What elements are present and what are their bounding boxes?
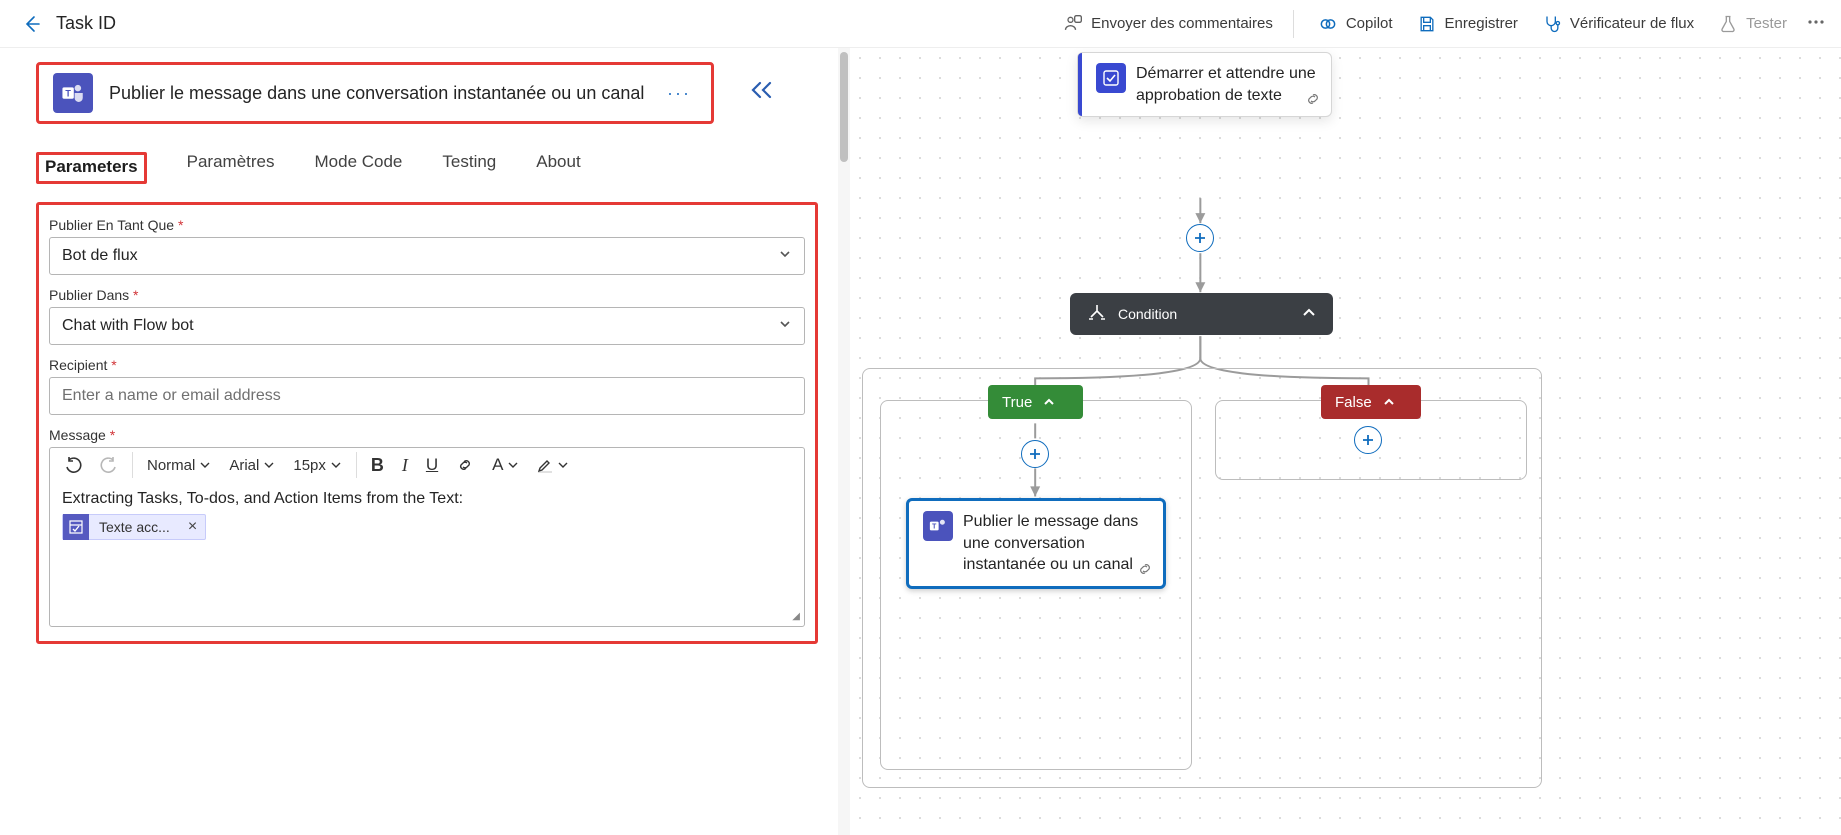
stethoscope-icon <box>1542 14 1562 34</box>
node-approval[interactable]: Démarrer et attendre une approbation de … <box>1077 52 1332 117</box>
publish-as-label: Publier En Tant Que * <box>49 217 805 233</box>
message-text-line: Extracting Tasks, To-dos, and Action Ite… <box>62 490 792 508</box>
branch-true-header[interactable]: True <box>988 385 1083 419</box>
resize-handle[interactable]: ◢ <box>792 611 800 622</box>
svg-text:T: T <box>65 88 71 98</box>
italic-button[interactable]: I <box>398 453 412 478</box>
save-icon <box>1417 14 1437 34</box>
main-split: T Publier le message dans une conversati… <box>0 48 1841 835</box>
flask-icon <box>1718 14 1738 34</box>
condition-label: Condition <box>1118 306 1177 322</box>
link-icon <box>1305 91 1321 110</box>
redo-button[interactable] <box>96 454 122 476</box>
add-step-false[interactable] <box>1354 426 1382 454</box>
more-button[interactable] <box>1807 13 1825 34</box>
token-remove[interactable]: × <box>180 518 205 536</box>
node-teams-post-title: Publier le message dans une conversation… <box>963 511 1149 576</box>
topbar: Task ID Envoyer des commentaires Copilot… <box>0 0 1841 48</box>
underline-button[interactable]: U <box>422 453 442 477</box>
teams-icon: T <box>53 73 93 113</box>
collapse-panel-button[interactable] <box>749 79 777 104</box>
publish-as-select[interactable]: Bot de flux <box>49 237 805 275</box>
tab-testing[interactable]: Testing <box>442 152 496 184</box>
undo-button[interactable] <box>60 454 86 476</box>
recipient-label: Recipient * <box>49 357 805 373</box>
save-button[interactable]: Enregistrer <box>1417 14 1518 34</box>
chevron-down-icon <box>778 247 792 266</box>
tabs: Parameters Paramètres Mode Code Testing … <box>36 152 818 184</box>
token-label: Texte acc... <box>89 519 180 535</box>
publish-in-label: Publier Dans * <box>49 287 805 303</box>
link-icon <box>1137 561 1153 580</box>
action-more-button[interactable]: ··· <box>661 79 697 108</box>
tab-parameters[interactable]: Parameters <box>36 152 147 184</box>
action-title: Publier le message dans une conversation… <box>109 83 644 104</box>
richtext-toolbar: Normal Arial 15px B I U A <box>50 448 804 482</box>
test-button[interactable]: Tester <box>1718 14 1787 34</box>
recipient-input[interactable]: Enter a name or email address <box>49 377 805 415</box>
page-title: Task ID <box>56 13 116 34</box>
feedback-icon <box>1063 14 1083 34</box>
dynamic-token[interactable]: Texte acc... × <box>62 514 206 540</box>
scrollbar[interactable] <box>838 48 850 835</box>
teams-icon: T <box>923 511 953 541</box>
tab-about[interactable]: About <box>536 152 580 184</box>
copilot-button[interactable]: Copilot <box>1318 14 1393 34</box>
feedback-button[interactable]: Envoyer des commentaires <box>1063 14 1273 34</box>
action-header-card[interactable]: T Publier le message dans une conversati… <box>36 62 714 124</box>
app-root: Task ID Envoyer des commentaires Copilot… <box>0 0 1841 835</box>
publish-in-select[interactable]: Chat with Flow bot <box>49 307 805 345</box>
chevron-down-icon <box>778 317 792 336</box>
config-panel: T Publier le message dans une conversati… <box>0 48 838 835</box>
message-body[interactable]: Extracting Tasks, To-dos, and Action Ite… <box>50 482 804 626</box>
branch-icon <box>1086 303 1108 325</box>
copilot-icon <box>1318 14 1338 34</box>
message-editor: Normal Arial 15px B I U A <box>49 447 805 627</box>
size-select[interactable]: 15px <box>289 455 346 476</box>
node-approval-title: Démarrer et attendre une approbation de … <box>1136 63 1317 106</box>
token-icon <box>63 514 89 540</box>
add-step-true[interactable] <box>1021 440 1049 468</box>
scrollbar-thumb[interactable] <box>840 52 848 162</box>
node-condition[interactable]: Condition <box>1070 293 1333 335</box>
bold-button[interactable]: B <box>367 453 388 478</box>
font-select[interactable]: Arial <box>225 455 279 476</box>
add-step-button-1[interactable] <box>1186 224 1214 252</box>
flowchecker-button[interactable]: Vérificateur de flux <box>1542 14 1694 34</box>
node-teams-post[interactable]: T Publier le message dans une conversati… <box>906 498 1166 589</box>
parameters-form: Publier En Tant Que * Bot de flux Publie… <box>36 202 818 644</box>
branch-false-header[interactable]: False <box>1321 385 1421 419</box>
format-select[interactable]: Normal <box>143 455 215 476</box>
message-label: Message * <box>49 427 805 443</box>
approval-icon <box>1096 63 1126 93</box>
back-button[interactable] <box>16 8 48 40</box>
more-icon <box>1807 13 1825 31</box>
fontcolor-button[interactable]: A <box>488 453 521 477</box>
link-button[interactable] <box>452 454 478 476</box>
chevron-up-icon[interactable] <box>1301 305 1317 324</box>
flow-canvas[interactable]: Démarrer et attendre une approbation de … <box>850 48 1841 835</box>
tab-settings[interactable]: Paramètres <box>187 152 275 184</box>
tab-codeview[interactable]: Mode Code <box>315 152 403 184</box>
highlight-button[interactable] <box>532 454 572 476</box>
